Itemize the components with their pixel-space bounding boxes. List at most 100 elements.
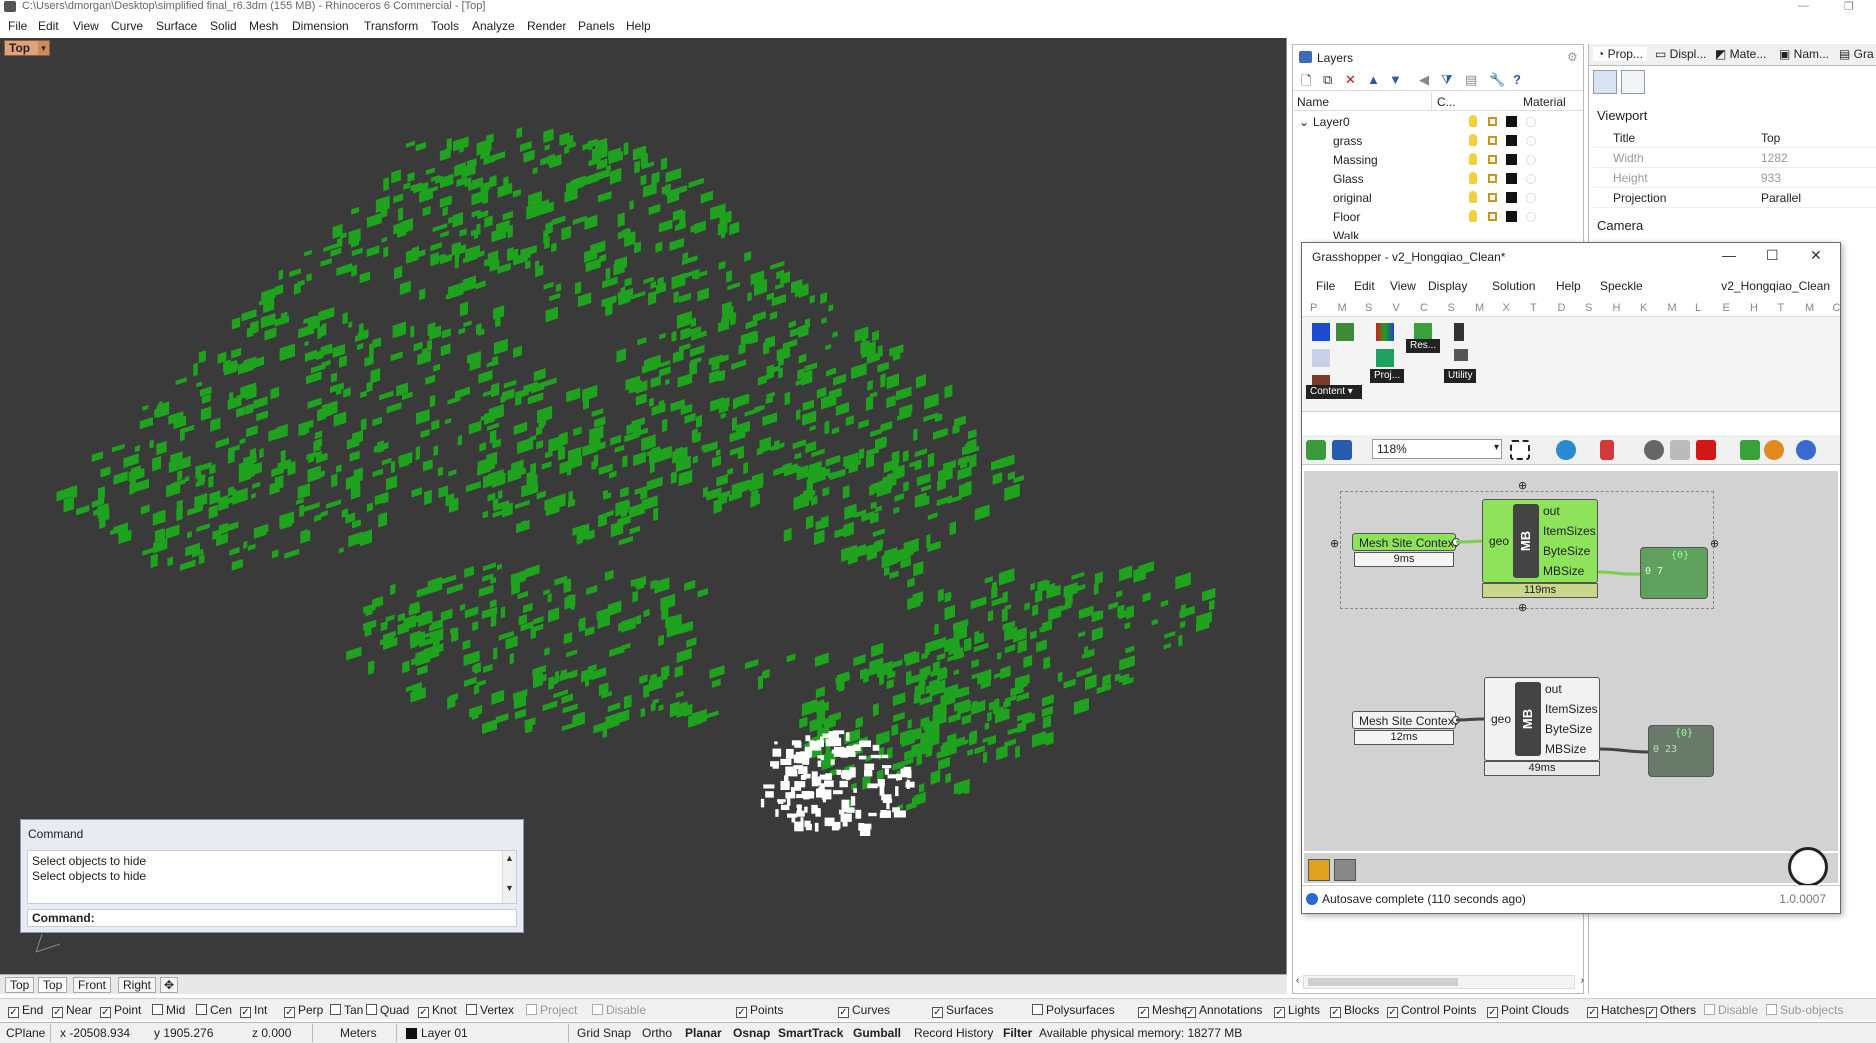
building-block[interactable] [806,478,813,491]
building-block[interactable] [855,716,863,729]
selected-building-block[interactable] [788,748,794,759]
building-block[interactable] [318,306,335,322]
building-block[interactable] [479,442,487,452]
building-block[interactable] [366,212,382,228]
building-block[interactable] [1163,642,1171,650]
building-block[interactable] [718,260,726,270]
layer-row[interactable]: Floor [1293,208,1583,227]
building-block[interactable] [643,436,650,447]
zoom-select[interactable]: 118% ▾ [1372,439,1502,459]
lightbulb-icon[interactable] [1469,115,1477,127]
building-block[interactable] [541,461,552,470]
building-block[interactable] [544,144,550,151]
layer-tool-icon[interactable]: ▤ [1465,72,1477,88]
building-block[interactable] [799,716,808,729]
building-block[interactable] [208,504,218,519]
building-block[interactable] [512,188,521,198]
gear-icon[interactable]: ⚙ [1567,50,1578,64]
save-icon[interactable] [1332,440,1352,460]
selected-building-block[interactable] [855,809,862,819]
selected-building-block[interactable] [881,754,889,759]
building-block[interactable] [607,702,621,713]
building-block[interactable] [514,708,526,720]
building-block[interactable] [842,484,850,499]
building-block[interactable] [393,193,404,204]
building-block[interactable] [762,412,778,427]
building-block[interactable] [684,579,696,592]
building-block[interactable] [342,312,348,325]
layer-color-swatch[interactable] [1506,173,1517,184]
building-block[interactable] [632,590,638,603]
building-block[interactable] [834,527,845,539]
building-block[interactable] [766,364,775,380]
building-block[interactable] [196,461,212,473]
building-block[interactable] [134,445,140,453]
building-block[interactable] [1035,589,1043,603]
selected-building-block[interactable] [877,779,885,787]
arrow-icon[interactable] [1454,349,1468,361]
help-icon[interactable]: ? [1513,72,1521,87]
delete-layer-icon[interactable]: ✕ [1345,72,1356,88]
building-block[interactable] [853,654,866,667]
building-block[interactable] [1124,621,1131,630]
osnap-perp-checkbox[interactable]: ✓ Perp [284,1003,323,1018]
building-block[interactable] [483,663,493,673]
menu-file[interactable]: File [8,19,27,33]
building-block[interactable] [313,439,321,453]
building-block[interactable] [1076,667,1093,678]
prop-value[interactable]: Parallel [1761,191,1801,205]
building-block[interactable] [177,470,183,481]
building-block[interactable] [1042,694,1054,707]
selected-building-block[interactable] [793,765,803,770]
building-block[interactable] [276,423,288,440]
tab-right[interactable]: Right [118,977,157,993]
building-block[interactable] [366,245,380,258]
building-block[interactable] [483,562,496,572]
building-block[interactable] [544,377,557,387]
building-block[interactable] [949,521,956,536]
building-block[interactable] [383,177,389,192]
building-block[interactable] [934,623,939,636]
building-block[interactable] [574,281,582,295]
building-block[interactable] [711,678,721,689]
building-block[interactable] [919,695,933,706]
building-block[interactable] [492,355,499,367]
building-block[interactable] [442,206,448,217]
building-block[interactable] [913,428,918,442]
restore-icon[interactable]: ❐ [1844,0,1854,13]
building-block[interactable] [719,369,726,382]
building-block[interactable] [236,406,245,418]
building-block[interactable] [802,410,817,426]
building-block[interactable] [175,377,187,386]
building-block[interactable] [996,744,1008,761]
building-block[interactable] [915,374,926,389]
building-block[interactable] [227,450,235,464]
building-block[interactable] [865,754,872,762]
building-block[interactable] [264,327,277,341]
building-block[interactable] [417,665,428,676]
building-block[interactable] [639,674,648,685]
building-block[interactable] [416,408,430,425]
material-icon[interactable] [1526,155,1536,165]
building-block[interactable] [684,412,696,424]
building-block[interactable] [957,466,972,481]
building-block[interactable] [1108,601,1119,610]
building-block[interactable] [921,484,931,493]
building-block[interactable] [865,395,874,411]
building-block[interactable] [831,426,840,435]
building-block[interactable] [448,469,457,477]
building-block[interactable] [738,343,746,355]
building-block[interactable] [877,361,889,373]
selected-building-block[interactable] [794,781,806,788]
building-block[interactable] [458,327,466,335]
building-block[interactable] [385,614,395,623]
building-block[interactable] [112,443,125,453]
grid-icon[interactable] [1336,323,1354,341]
new-sublayer-icon[interactable]: ⧉ [1323,72,1332,88]
building-block[interactable] [411,487,422,498]
selected-building-block[interactable] [802,756,810,765]
selected-building-block[interactable] [825,773,832,780]
record-history-toggle[interactable]: Record History [914,1026,993,1040]
building-block[interactable] [809,425,816,432]
building-block[interactable] [635,614,642,625]
